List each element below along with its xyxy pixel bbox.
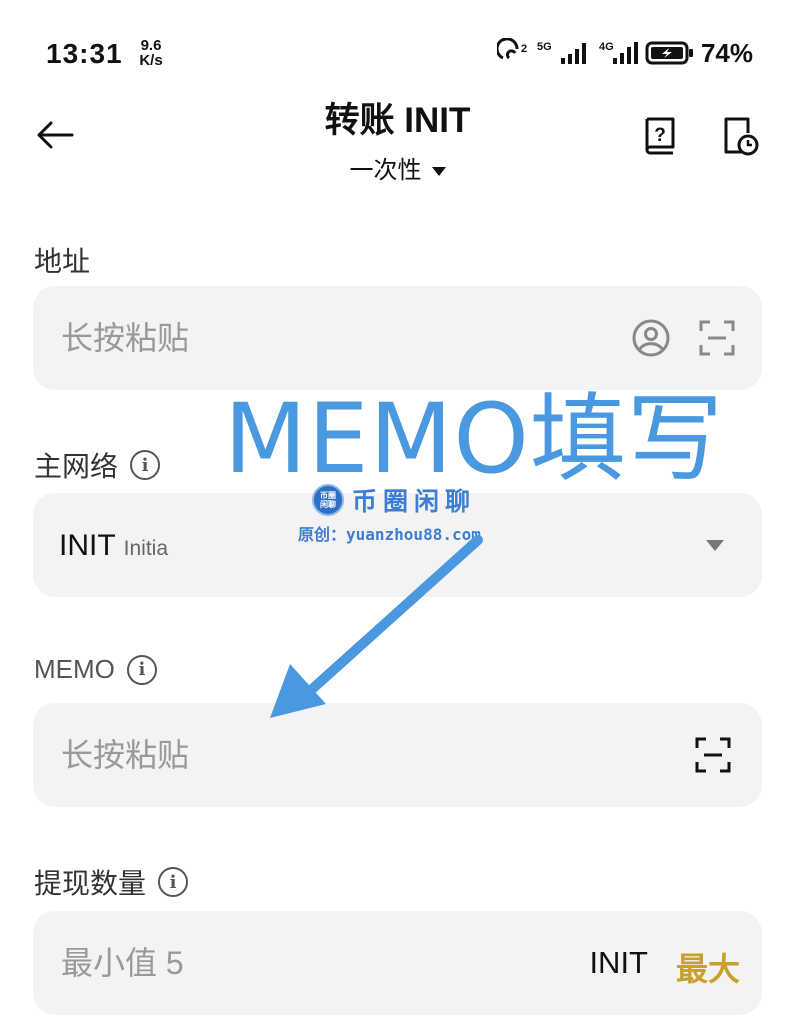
sim1-label: 5G <box>537 41 552 53</box>
battery-charging-icon <box>645 41 693 65</box>
annotation-text: MEMO填写 <box>224 383 724 495</box>
scan-icon <box>699 320 735 356</box>
amount-field: INIT 最大 <box>33 911 762 1015</box>
memo-label: MEMO i <box>34 654 157 685</box>
caret-down-icon <box>431 167 446 177</box>
watermark-logo: 币圈闲聊 <box>312 484 344 516</box>
sim2-label: 4G <box>599 41 614 53</box>
network-speed-value: 9.6 <box>140 37 162 54</box>
amount-input[interactable] <box>61 911 541 1015</box>
address-book-button[interactable] <box>631 318 671 358</box>
svg-text:?: ? <box>654 125 666 146</box>
network-name: INIT <box>59 529 116 562</box>
amount-label-text: 提现数量 <box>34 868 147 899</box>
max-amount-button[interactable]: 最大 <box>676 944 740 990</box>
history-icon <box>724 117 759 156</box>
top-app-bar: 转账 INIT 一次性 ? <box>0 88 795 198</box>
info-icon[interactable]: i <box>130 450 161 480</box>
address-input[interactable] <box>61 286 621 390</box>
svg-text:2: 2 <box>521 43 527 55</box>
watermark-logo-text: 币圈闲聊 <box>320 491 336 509</box>
scan-memo-button[interactable] <box>693 735 733 775</box>
status-time: 13:31 <box>46 38 123 69</box>
network-speed-unit: K/s <box>139 52 163 69</box>
signal-4g-icon: 4G <box>599 41 638 64</box>
history-button[interactable] <box>718 114 762 158</box>
scan-icon <box>695 737 731 773</box>
amount-label: 提现数量 i <box>34 862 189 902</box>
contact-icon <box>632 319 670 357</box>
scan-address-button[interactable] <box>697 318 737 358</box>
memo-label-text: MEMO <box>34 654 115 684</box>
network-fullname: Initia <box>123 537 169 560</box>
address-label: 地址 <box>34 240 90 280</box>
caret-down-icon <box>706 540 724 551</box>
help-button[interactable]: ? <box>638 114 682 158</box>
watermark-name: 币圈闲聊 <box>352 487 477 516</box>
address-field <box>33 286 762 390</box>
transfer-type-label: 一次性 <box>349 157 422 184</box>
amount-unit: INIT <box>589 945 648 980</box>
help-book-icon: ? <box>645 117 675 155</box>
info-icon[interactable]: i <box>126 654 157 685</box>
signal-5g-icon: 5G <box>537 41 586 64</box>
memo-input[interactable] <box>61 703 661 807</box>
network-value: INIT Initia <box>59 493 168 597</box>
network-label: 主网络 i <box>34 445 161 485</box>
status-indicators: 2 5G 4G 74% <box>496 36 753 70</box>
info-icon[interactable]: i <box>158 867 189 897</box>
status-bar: 13:31 9.6 K/s 2 5G 4G 74% <box>0 0 795 100</box>
hotspot-icon: 2 <box>496 38 527 60</box>
network-speed: 9.6 K/s <box>134 38 168 68</box>
address-label-text: 地址 <box>34 246 91 277</box>
watermark-url: 原创：yuanzhou88.com <box>298 525 481 544</box>
memo-field <box>33 703 762 807</box>
network-label-text: 主网络 <box>34 451 119 482</box>
battery-percent: 74% <box>700 37 753 68</box>
